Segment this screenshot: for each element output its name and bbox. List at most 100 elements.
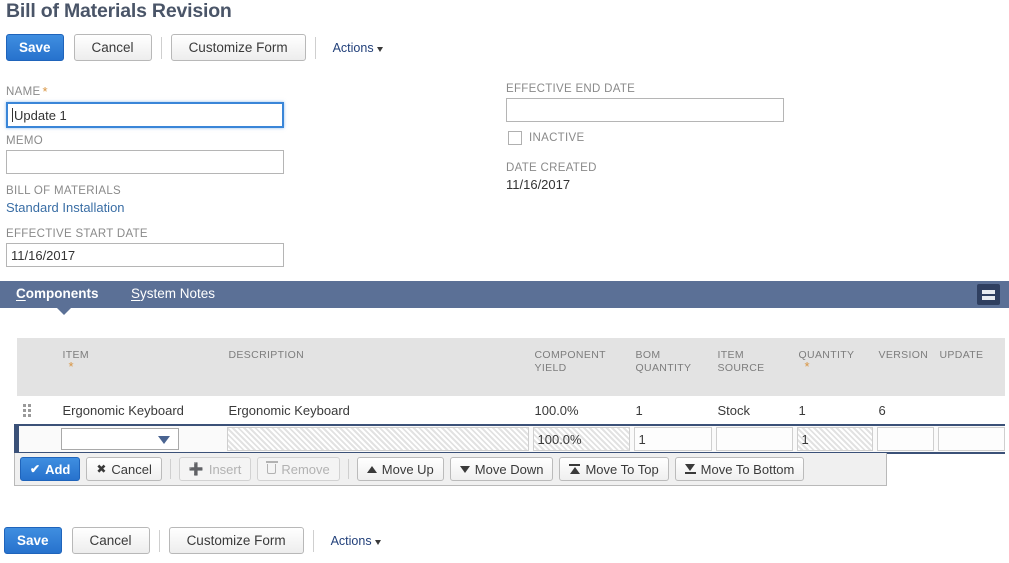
action-divider (169, 459, 171, 479)
table-edit-row[interactable]: 100.0% 1 1 (14, 424, 1005, 454)
add-button-label: Add (45, 461, 71, 477)
drag-handle-icon[interactable] (22, 403, 32, 417)
table-row[interactable]: Ergonomic Keyboard Ergonomic Keyboard 10… (16, 396, 1005, 426)
edit-cell-version[interactable] (872, 424, 934, 454)
item-select[interactable] (60, 428, 179, 450)
list-view-icon[interactable] (977, 284, 1000, 305)
action-divider (347, 459, 349, 479)
edit-cell-update[interactable] (933, 424, 1005, 454)
cancel-row-button[interactable]: ✖ Cancel (86, 457, 162, 481)
edit-cell-item-source[interactable] (711, 424, 793, 454)
actions-label: Actions (330, 533, 372, 548)
customize-form-button-bottom[interactable]: Customize Form (168, 527, 304, 554)
save-button-bottom[interactable]: Save (4, 527, 62, 554)
cancel-button-bottom[interactable]: Cancel (71, 527, 150, 554)
effective-start-date-value: 11/16/2017 (11, 247, 76, 263)
required-asterisk: * (68, 359, 74, 374)
move-down-button[interactable]: Move Down (449, 457, 554, 481)
inactive-checkbox-row[interactable]: INACTIVE (508, 131, 584, 145)
effective-start-date-input[interactable]: 11/16/2017 (6, 243, 284, 267)
inactive-label: INACTIVE (529, 132, 585, 144)
chevron-down-icon (374, 539, 381, 545)
edit-row-marker (14, 424, 57, 454)
cell-description[interactable]: Ergonomic Keyboard (222, 396, 529, 426)
active-tab-pointer (57, 308, 71, 315)
column-header-update[interactable]: UPDATE (933, 338, 1005, 396)
toolbar-divider (314, 36, 316, 59)
remove-button: Remove (257, 457, 340, 481)
toolbar-divider (160, 36, 162, 59)
check-icon: ✔ (30, 462, 41, 476)
description-readonly (226, 427, 529, 451)
add-button[interactable]: ✔ Add (20, 457, 81, 481)
column-header-item-source[interactable]: ITEM SOURCE (711, 338, 793, 396)
actions-label: Actions (332, 40, 374, 55)
cell-quantity[interactable]: 1 (792, 396, 873, 426)
column-header-quantity[interactable]: QUANTITY * (792, 338, 873, 396)
cell-component-yield[interactable]: 100.0% (528, 396, 630, 426)
cell-version[interactable]: 6 (872, 396, 934, 426)
arrow-to-top-icon (569, 463, 581, 475)
customize-form-button-top[interactable]: Customize Form (170, 34, 306, 61)
edit-cell-item[interactable] (56, 424, 223, 454)
tab-system-notes[interactable]: System Notes (131, 286, 215, 301)
tab-components[interactable]: Components (16, 286, 99, 301)
chevron-down-icon (376, 46, 383, 52)
item-source-input[interactable] (715, 427, 793, 451)
name-field-group: NAME * Update 1 (6, 84, 284, 128)
move-to-bottom-button-label: Move To Bottom (700, 461, 795, 477)
cell-bom-quantity[interactable]: 1 (629, 396, 712, 426)
move-up-button-label: Move Up (381, 461, 434, 477)
move-down-button-label: Move Down (474, 461, 544, 477)
edit-cell-description (222, 424, 529, 454)
list-bar (982, 295, 995, 300)
memo-label: MEMO (6, 135, 43, 147)
update-input[interactable] (937, 427, 1005, 451)
edit-cell-component-yield: 100.0% (528, 424, 630, 454)
effective-end-date-input[interactable] (506, 98, 784, 122)
tab-system-notes-accesskey: S (131, 286, 141, 301)
cell-update[interactable] (933, 396, 1005, 426)
sublist-action-bar: ✔ Add ✖ Cancel ➕ Insert Remove Move Up M… (14, 453, 887, 486)
name-label: NAME * (6, 84, 48, 99)
effective-start-date-label: EFFECTIVE START DATE (6, 228, 148, 240)
effective-start-date-group: EFFECTIVE START DATE 11/16/2017 (6, 228, 284, 267)
column-header-bom-quantity[interactable]: BOM QUANTITY (629, 338, 712, 396)
tab-components-label: omponents (25, 286, 99, 301)
edit-cell-quantity: 1 (792, 424, 873, 454)
chevron-down-icon (157, 436, 170, 444)
edit-cell-bom-quantity[interactable]: 1 (629, 424, 712, 454)
column-header-version[interactable]: VERSION (872, 338, 934, 396)
cell-item-source[interactable]: Stock (711, 396, 793, 426)
move-up-button[interactable]: Move Up (356, 457, 444, 481)
cell-item[interactable]: Ergonomic Keyboard (56, 396, 223, 426)
move-to-top-button[interactable]: Move To Top (559, 457, 669, 481)
actions-menu-top[interactable]: Actions (333, 41, 383, 55)
insert-button-label: Insert (208, 461, 242, 477)
cross-icon: ✖ (96, 462, 107, 476)
bom-quantity-input[interactable]: 1 (633, 427, 712, 451)
column-header-component-yield[interactable]: COMPONENT YIELD (528, 338, 630, 396)
tab-system-notes-label: ystem Notes (140, 286, 216, 301)
column-header-description[interactable]: DESCRIPTION (222, 338, 529, 396)
trash-icon (265, 461, 278, 474)
remove-button-label: Remove (281, 461, 330, 477)
row-drag-handle-cell[interactable] (16, 396, 57, 426)
cancel-button-top[interactable]: Cancel (73, 34, 152, 61)
bill-of-materials-link[interactable]: Standard Installation (6, 200, 125, 215)
column-header-item[interactable]: ITEM * (56, 338, 223, 396)
bill-of-materials-label: BILL OF MATERIALS (6, 185, 122, 197)
component-yield-readonly: 100.0% (532, 427, 630, 451)
actions-menu-bottom[interactable]: Actions (331, 534, 381, 548)
save-button-top[interactable]: Save (6, 34, 64, 61)
bill-of-materials-group: BILL OF MATERIALS Standard Installation (6, 185, 125, 215)
name-input[interactable]: Update 1 (6, 102, 284, 128)
memo-input[interactable] (6, 150, 284, 174)
version-input[interactable] (876, 427, 934, 451)
memo-field-group: MEMO (6, 135, 284, 174)
components-table: ITEM * DESCRIPTION COMPONENT YIELD BOM Q… (14, 338, 1005, 454)
move-to-bottom-button[interactable]: Move To Bottom (674, 457, 805, 481)
inactive-checkbox[interactable] (508, 131, 522, 145)
plus-icon: ➕ (188, 462, 204, 476)
toolbar-divider (312, 529, 314, 552)
